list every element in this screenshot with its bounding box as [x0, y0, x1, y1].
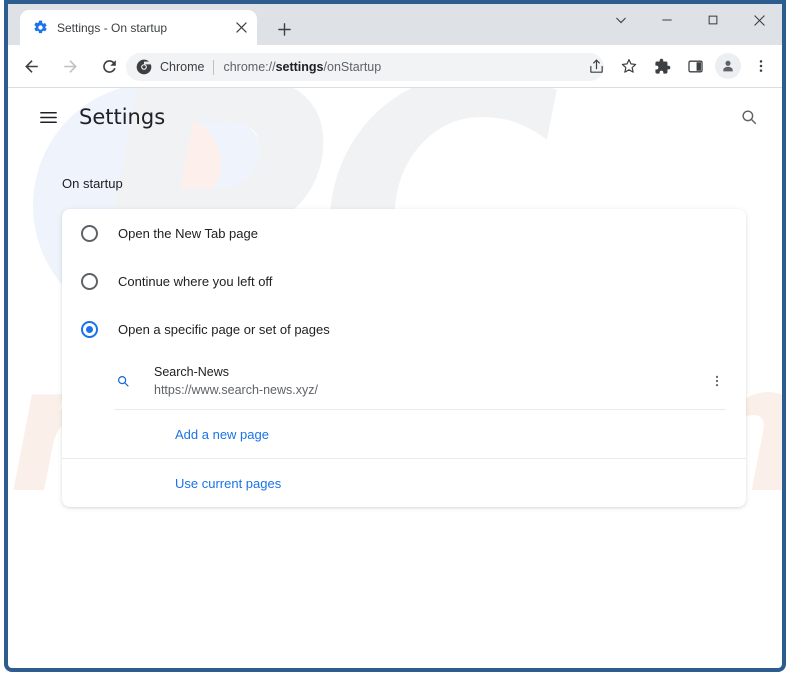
- browser-tab[interactable]: Settings - On startup: [20, 10, 257, 45]
- startup-page-row: Search-News https://www.search-news.xyz/: [62, 353, 746, 409]
- startup-page-more-vertical-icon[interactable]: [702, 366, 732, 396]
- arrow-back-icon[interactable]: [16, 51, 46, 81]
- startup-option-new-tab[interactable]: Open the New Tab page: [62, 209, 746, 257]
- url-prefix: chrome://: [223, 60, 276, 74]
- navigation-buttons: [16, 51, 124, 81]
- browser-window: Settings - On startup Chrome chrome://se…: [4, 4, 786, 672]
- star-icon[interactable]: [614, 51, 644, 81]
- url-suffix: /onStartup: [323, 60, 382, 74]
- tab-close-icon[interactable]: [230, 17, 252, 39]
- new-tab-button[interactable]: [270, 15, 298, 43]
- add-new-page-link[interactable]: Add a new page: [175, 427, 269, 442]
- maximize-icon[interactable]: [690, 4, 736, 36]
- side-panel-icon[interactable]: [680, 51, 710, 81]
- startup-page-url: https://www.search-news.xyz/: [154, 382, 318, 397]
- radio-label: Open the New Tab page: [118, 225, 258, 241]
- use-current-pages-row[interactable]: Use current pages: [62, 459, 746, 507]
- startup-page-name: Search-News: [154, 364, 230, 379]
- omnibox-url: chrome://settings/onStartup: [223, 60, 381, 74]
- page-title: Settings: [79, 105, 166, 129]
- search-magnifier-icon: [114, 372, 132, 390]
- avatar: [715, 53, 741, 79]
- omnibox-separator: [213, 59, 215, 75]
- url-bold-part: settings: [275, 60, 324, 74]
- search-icon[interactable]: [734, 102, 764, 132]
- tab-strip: Settings - On startup: [8, 4, 782, 45]
- tab-title: Settings - On startup: [57, 20, 168, 35]
- more-vertical-icon[interactable]: [746, 51, 776, 81]
- on-startup-card: Open the New Tab page Continue where you…: [62, 209, 746, 507]
- section-title: On startup: [62, 176, 123, 191]
- chrome-logo-icon: [136, 59, 152, 75]
- address-bar[interactable]: Chrome chrome://settings/onStartup: [126, 53, 604, 81]
- tab-search-chevron-down-icon[interactable]: [598, 4, 644, 36]
- omnibox-site-label: Chrome: [160, 60, 205, 74]
- radio-button[interactable]: [81, 320, 98, 338]
- startup-option-continue[interactable]: Continue where you left off: [62, 257, 746, 305]
- puzzle-icon[interactable]: [647, 51, 677, 81]
- settings-header: Settings: [8, 88, 782, 146]
- radio-button[interactable]: [81, 224, 98, 242]
- minimize-icon[interactable]: [644, 4, 690, 36]
- close-icon[interactable]: [736, 4, 782, 36]
- use-current-pages-link[interactable]: Use current pages: [175, 476, 281, 491]
- settings-gear-icon: [32, 20, 48, 36]
- reload-icon[interactable]: [94, 51, 124, 81]
- startup-page-text: Search-News https://www.search-news.xyz/: [154, 363, 702, 400]
- radio-label: Continue where you left off: [118, 273, 273, 289]
- arrow-forward-icon: [55, 51, 85, 81]
- radio-label: Open a specific page or set of pages: [118, 321, 330, 337]
- add-new-page-row[interactable]: Add a new page: [62, 410, 746, 458]
- toolbar-actions: [581, 51, 776, 81]
- window-controls: [598, 4, 782, 36]
- share-icon[interactable]: [581, 51, 611, 81]
- startup-option-specific-pages[interactable]: Open a specific page or set of pages: [62, 305, 746, 353]
- hamburger-icon[interactable]: [34, 103, 62, 131]
- settings-page: PC risk.com Settings On startup: [8, 88, 782, 664]
- browser-toolbar: Chrome chrome://settings/onStartup: [8, 45, 782, 88]
- radio-button[interactable]: [81, 272, 98, 290]
- person-icon[interactable]: [713, 51, 743, 81]
